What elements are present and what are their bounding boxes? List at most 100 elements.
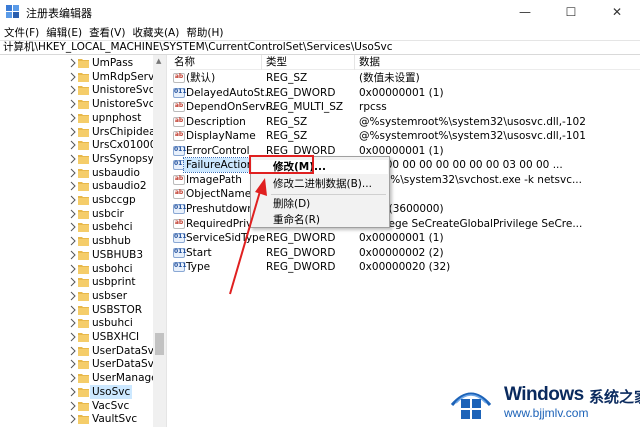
value-data: 0x00000002 (2) xyxy=(359,246,444,259)
chevron-right-icon[interactable] xyxy=(70,127,76,137)
chevron-right-icon[interactable] xyxy=(70,85,76,95)
chevron-right-icon[interactable] xyxy=(70,99,76,109)
folder-icon xyxy=(78,305,89,315)
chevron-right-icon[interactable] xyxy=(70,195,76,205)
maximize-button[interactable]: ☐ xyxy=(548,0,594,24)
tree-item[interactable]: USBSTOR xyxy=(0,303,153,317)
tree-item[interactable]: usbehci xyxy=(0,220,153,234)
chevron-right-icon[interactable] xyxy=(70,209,76,219)
scroll-thumb[interactable] xyxy=(155,333,164,355)
tree-item[interactable]: VacSvc xyxy=(0,399,153,413)
chevron-right-icon[interactable] xyxy=(70,140,76,150)
value-row[interactable]: 011 ErrorControl REG_DWORD 0x00000001 (1) xyxy=(170,144,640,159)
tree-item[interactable]: usbcir xyxy=(0,207,153,221)
annotation-arrow-icon xyxy=(229,178,267,295)
menu-help[interactable]: 帮助(H) xyxy=(182,25,226,40)
tree-item-label: usbhub xyxy=(92,235,131,248)
tree-item[interactable]: UrsSynopsys xyxy=(0,152,153,166)
tree-item[interactable]: usbaudio2 xyxy=(0,179,153,193)
string-value-icon: ab xyxy=(173,73,185,83)
chevron-right-icon[interactable] xyxy=(70,318,76,328)
scroll-up-icon[interactable]: ▲ xyxy=(156,57,161,65)
tree-item[interactable]: UmPass xyxy=(0,56,153,70)
chevron-right-icon[interactable] xyxy=(70,181,76,191)
tree-item[interactable]: upnphost xyxy=(0,111,153,125)
tree-item[interactable]: UnistoreSvc xyxy=(0,83,153,97)
column-data-header[interactable]: 数据 xyxy=(355,55,640,70)
string-value-icon: ab xyxy=(173,174,185,185)
folder-icon xyxy=(78,264,89,274)
chevron-right-icon[interactable] xyxy=(70,332,76,342)
folder-icon xyxy=(78,72,89,82)
chevron-right-icon[interactable] xyxy=(70,250,76,260)
menu-edit[interactable]: 编辑(E) xyxy=(42,25,85,40)
value-data: rpcss xyxy=(359,101,387,114)
value-name: DisplayName xyxy=(186,130,256,143)
tree-item[interactable]: UsoSvc xyxy=(0,384,153,399)
chevron-right-icon[interactable] xyxy=(70,373,76,383)
chevron-right-icon[interactable] xyxy=(70,387,76,397)
tree-item[interactable]: usbccgp xyxy=(0,193,153,207)
tree-item[interactable]: usbuhci xyxy=(0,316,153,330)
menu-file[interactable]: 文件(F) xyxy=(0,25,42,40)
tree-item[interactable]: usbhub xyxy=(0,234,153,248)
chevron-right-icon[interactable] xyxy=(70,168,76,178)
menu-favorites[interactable]: 收藏夹(A) xyxy=(128,25,182,40)
minimize-button[interactable]: — xyxy=(502,0,548,24)
value-name: (默认) xyxy=(186,72,216,84)
chevron-right-icon[interactable] xyxy=(70,154,76,164)
chevron-right-icon[interactable] xyxy=(70,58,76,68)
tree-item[interactable]: usbaudio xyxy=(0,166,153,180)
tree-item[interactable]: UserManager xyxy=(0,371,153,385)
tree-item[interactable]: VaultSvc xyxy=(0,412,153,426)
chevron-right-icon[interactable] xyxy=(70,277,76,287)
menu-item-rename[interactable]: 重命名(R) xyxy=(273,213,320,227)
chevron-right-icon[interactable] xyxy=(70,414,76,424)
value-row[interactable]: ab DependOnServi... REG_MULTI_SZ rpcss xyxy=(170,100,640,115)
tree-item[interactable]: usbprint xyxy=(0,275,153,289)
chevron-right-icon[interactable] xyxy=(70,305,76,315)
tree-item[interactable]: UserDataSvc_4 xyxy=(0,357,153,371)
folder-icon xyxy=(78,181,89,192)
tree-item-label: usbuhci xyxy=(92,317,133,330)
tree-item[interactable]: usbser xyxy=(0,289,153,303)
tree-item[interactable]: UrsCx01000 xyxy=(0,138,153,152)
chevron-right-icon[interactable] xyxy=(70,236,76,246)
chevron-right-icon[interactable] xyxy=(70,401,76,411)
chevron-right-icon[interactable] xyxy=(70,113,76,123)
tree-item-label: usbehci xyxy=(92,221,133,234)
address-bar[interactable]: 计算机\HKEY_LOCAL_MACHINE\SYSTEM\CurrentCon… xyxy=(0,40,640,55)
tree-item[interactable]: USBHUB3 xyxy=(0,248,153,262)
value-row[interactable]: 011 DelayedAutoSt... REG_DWORD 0x00000001 (… xyxy=(170,86,640,101)
menu-item-delete[interactable]: 删除(D) xyxy=(273,197,310,211)
tree-item[interactable]: UnistoreSvc_4 xyxy=(0,97,153,111)
tree-item[interactable]: UserDataSvc xyxy=(0,344,153,358)
annotation-highlight-box xyxy=(249,155,314,174)
tree-item[interactable]: usbohci xyxy=(0,262,153,276)
tree-item-label: usbaudio2 xyxy=(92,180,147,193)
chevron-right-icon[interactable] xyxy=(70,346,76,356)
column-type-header[interactable]: 类型 xyxy=(262,55,355,70)
menu-view[interactable]: 查看(V) xyxy=(85,25,128,40)
tree-item-label: UrsCx01000 xyxy=(92,139,153,152)
chevron-right-icon[interactable] xyxy=(70,264,76,274)
close-button[interactable]: ✕ xyxy=(594,0,640,24)
tree-item[interactable]: UrsChipidea xyxy=(0,125,153,139)
tree-item[interactable]: UmRdpServic xyxy=(0,70,153,84)
folder-icon xyxy=(78,154,89,164)
chevron-right-icon[interactable] xyxy=(70,222,76,232)
chevron-right-icon[interactable] xyxy=(70,291,76,301)
tree-item[interactable]: USBXHCI xyxy=(0,330,153,344)
tree-item-label: upnphost xyxy=(92,111,142,124)
folder-icon xyxy=(78,99,89,110)
value-type: REG_SZ xyxy=(266,72,308,84)
column-name-header[interactable]: 名称 xyxy=(170,55,262,70)
value-row[interactable]: ab Description REG_SZ @%systemroot%\system3… xyxy=(170,115,640,130)
value-row[interactable]: ab DisplayName REG_SZ @%systemroot%\system3… xyxy=(170,129,640,144)
chevron-right-icon[interactable] xyxy=(70,72,76,82)
value-row[interactable]: ab (默认) REG_SZ (数值未设置) xyxy=(170,71,640,86)
tree-scrollbar[interactable]: ▲ xyxy=(153,55,166,427)
menu-item-modify-binary[interactable]: 修改二进制数据(B)... xyxy=(273,177,372,191)
value-row[interactable]: 011 FailureActions 1 00 00 00 00 00 00 00 … xyxy=(170,157,640,174)
chevron-right-icon[interactable] xyxy=(70,359,76,369)
